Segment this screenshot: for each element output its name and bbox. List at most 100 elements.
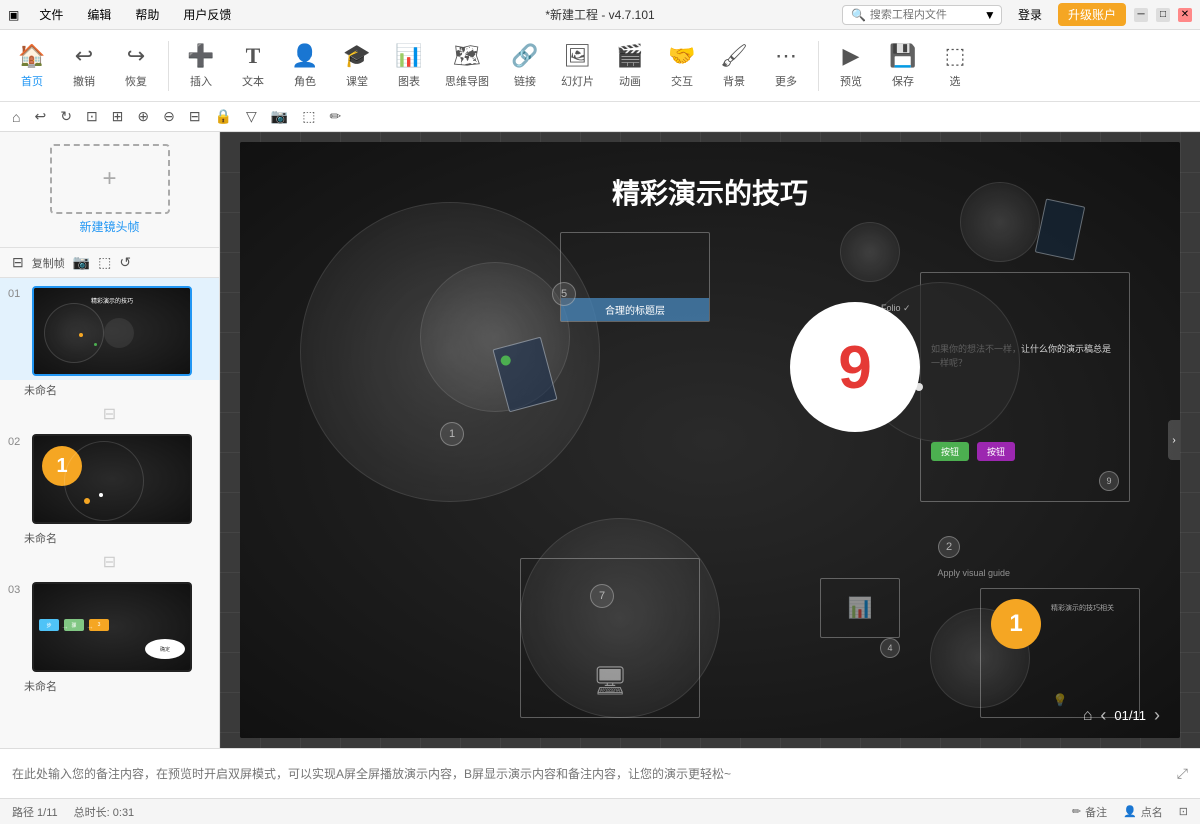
main-content: + 新建镜头帧 ⊟ 复制帧 📷 ⬚ ↺ 01 精彩演示的技巧	[0, 132, 1200, 748]
sec-redo[interactable]: ↻	[56, 106, 76, 127]
deco-circle-small-top	[840, 222, 900, 282]
preview-icon: ▶	[843, 43, 860, 69]
slide-number-3: 03	[8, 582, 26, 596]
panel-toggle-right[interactable]: ›	[1168, 420, 1180, 460]
nav-home-icon[interactable]: ⌂	[1083, 707, 1093, 725]
sec-home[interactable]: ⌂	[8, 107, 24, 127]
slide-item-1[interactable]: 01 精彩演示的技巧	[0, 278, 219, 380]
animation-icon: 🎬	[616, 43, 643, 69]
num-2: 2	[938, 536, 960, 558]
slide-number-1: 01	[8, 286, 26, 300]
search-input[interactable]	[870, 9, 980, 21]
tool-interact[interactable]: 🤝 交互	[658, 39, 706, 93]
sec-undo[interactable]: ↩	[30, 106, 50, 127]
camera-btn[interactable]: 📷	[73, 254, 90, 271]
tool-save[interactable]: 💾 保存	[879, 39, 927, 93]
class-icon: 🎓	[343, 43, 370, 69]
sec-lock[interactable]: 🔒	[211, 106, 236, 127]
separator-icon-1: ⊟	[103, 404, 116, 424]
new-frame-button[interactable]: + 新建镜头帧	[0, 132, 219, 248]
minimize-button[interactable]: ─	[1134, 8, 1148, 22]
frame-box-chart[interactable]: 📊	[820, 578, 900, 638]
pointer-label: 点名	[1141, 804, 1163, 820]
comment-button[interactable]: ✏ 备注	[1072, 804, 1107, 820]
num-1-left: 1	[440, 422, 464, 446]
tool-mindmap[interactable]: 🗺 思维导图	[437, 39, 497, 93]
tool-bg[interactable]: 🖌 背景	[710, 39, 758, 93]
tool-more[interactable]: ⋯ 更多	[762, 39, 810, 93]
separator-2: ⊟	[0, 550, 219, 574]
main-toolbar: 🏠 首页 ↩ 撤销 ↪ 恢复 ➕ 插入 T 文本 👤 角色 🎓 课堂 📊 图表 …	[0, 30, 1200, 102]
bg-label: 背景	[723, 73, 745, 89]
sec-frame[interactable]: ⊞	[108, 106, 128, 127]
frame-box-bottom[interactable]: 🖥	[520, 558, 700, 718]
sec-fit[interactable]: ⊡	[82, 106, 102, 127]
sidebar-actions: ⊟ 复制帧 📷 ⬚ ↺	[0, 248, 219, 278]
search-box[interactable]: 🔍 ▼	[842, 5, 1002, 25]
preview-label: 预览	[840, 73, 862, 89]
canvas-content: 精彩演示的技巧 合理的标题层 5 11 1	[240, 142, 1180, 738]
bg-icon: 🖌	[720, 43, 748, 69]
tool-text[interactable]: T 文本	[229, 39, 277, 93]
sec-box[interactable]: ⬚	[298, 106, 319, 127]
maximize-button[interactable]: □	[1156, 8, 1170, 22]
tool-class[interactable]: 🎓 课堂	[333, 39, 381, 93]
tool-preview[interactable]: ▶ 预览	[827, 39, 875, 93]
nav-page-info: 01/11	[1114, 708, 1146, 723]
frame-box-1[interactable]: 合理的标题层	[560, 232, 710, 322]
tool-link[interactable]: 🔗 链接	[501, 39, 549, 93]
copy-frame-label: 复制帧	[32, 255, 65, 271]
rotate-btn[interactable]: ↺	[119, 254, 131, 271]
tool-animation[interactable]: 🎬 动画	[606, 39, 654, 93]
nav-next-btn[interactable]: ›	[1154, 705, 1160, 726]
sec-zoom-in[interactable]: ⊕	[133, 106, 153, 127]
slide-item-3[interactable]: 03 步 骤 3 确定 → →	[0, 574, 219, 676]
comment-label: 备注	[1085, 804, 1107, 820]
window-controls: ─ □ ✕	[1134, 8, 1192, 22]
tool-home[interactable]: 🏠 首页	[8, 39, 56, 93]
close-button[interactable]: ✕	[1178, 8, 1192, 22]
sec-zoom-out[interactable]: ⊖	[159, 106, 179, 127]
toolbar-divider-1	[168, 41, 169, 91]
pointer-button[interactable]: 👤 点名	[1123, 804, 1163, 820]
sec-edit[interactable]: ✏	[326, 106, 346, 127]
notes-input[interactable]	[12, 767, 1177, 781]
tool-select[interactable]: ⬚ 选	[931, 39, 979, 93]
tool-slides[interactable]: 🖼 幻灯片	[553, 39, 602, 93]
status-bar: 路径 1/11 总时长: 0:31 ✏ 备注 👤 点名 ⊡	[0, 798, 1200, 824]
text-icon: T	[246, 43, 261, 69]
tool-chart[interactable]: 📊 图表	[385, 39, 433, 93]
notes-expand-icon[interactable]: ⤢	[1177, 765, 1188, 782]
slide-thumb-2: 1	[32, 434, 192, 524]
interact-label: 交互	[671, 73, 693, 89]
slide-number-2: 02	[8, 434, 26, 448]
sec-minus[interactable]: ▽	[242, 106, 261, 127]
copy-frame-btn[interactable]: ⊟	[12, 254, 24, 271]
tool-redo[interactable]: ↪ 恢复	[112, 39, 160, 93]
save-icon: 💾	[889, 43, 916, 69]
sec-grid[interactable]: ⊟	[185, 106, 205, 127]
menu-file[interactable]: 文件	[35, 4, 67, 25]
menu-feedback[interactable]: 用户反馈	[179, 4, 235, 25]
guide-text: Apply visual guide	[937, 568, 1010, 578]
slide-item-2[interactable]: 02 1	[0, 426, 219, 528]
search-dropdown-icon[interactable]: ▼	[984, 8, 996, 22]
tool-role[interactable]: 👤 角色	[281, 39, 329, 93]
login-button[interactable]: 登录	[1010, 4, 1050, 25]
upgrade-button[interactable]: 升级账户	[1058, 3, 1126, 26]
more-icon: ⋯	[775, 43, 797, 69]
pointer-icon: 👤	[1123, 805, 1137, 818]
fullscreen-button[interactable]: ⊡	[1179, 804, 1188, 820]
select-btn[interactable]: ⬚	[98, 254, 111, 271]
toolbar-divider-2	[818, 41, 819, 91]
nav-prev-btn[interactable]: ‹	[1100, 705, 1106, 726]
tool-undo[interactable]: ↩ 撤销	[60, 39, 108, 93]
menu-edit[interactable]: 编辑	[83, 4, 115, 25]
menu-help[interactable]: 帮助	[131, 4, 163, 25]
slide-canvas[interactable]: 精彩演示的技巧 合理的标题层 5 11 1	[240, 142, 1180, 738]
frame-box-orange[interactable]: 1 精彩演示的技巧相关 💡	[980, 588, 1140, 718]
sec-camera[interactable]: 📷	[267, 106, 292, 127]
tool-insert[interactable]: ➕ 插入	[177, 39, 225, 93]
titlebar-right: 🔍 ▼ 登录 升级账户 ─ □ ✕	[842, 3, 1192, 26]
canvas-area[interactable]: 精彩演示的技巧 合理的标题层 5 11 1	[220, 132, 1200, 748]
